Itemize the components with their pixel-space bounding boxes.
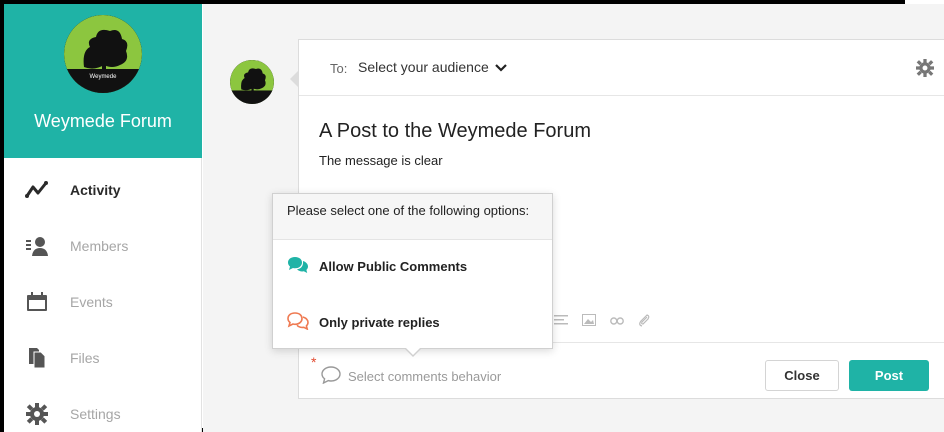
forum-logo[interactable]: Weymede bbox=[64, 15, 142, 93]
nav-activity[interactable]: Activity bbox=[4, 162, 202, 218]
format-toolbar bbox=[554, 313, 652, 327]
option-label: Only private replies bbox=[319, 315, 440, 330]
audience-row: To: Select your audience bbox=[299, 40, 944, 96]
logo-text: Weymede bbox=[90, 74, 118, 80]
nav-events-label: Events bbox=[70, 294, 113, 310]
files-icon bbox=[24, 345, 50, 371]
nav-files-label: Files bbox=[70, 350, 100, 366]
comments-behavior-select[interactable]: Select comments behavior bbox=[321, 366, 501, 387]
audience-placeholder: Select your audience bbox=[358, 59, 489, 75]
close-button[interactable]: Close bbox=[765, 360, 839, 391]
nav-settings[interactable]: Settings bbox=[4, 386, 202, 432]
comments-placeholder: Select comments behavior bbox=[348, 369, 502, 384]
nav-members-label: Members bbox=[70, 238, 129, 254]
composer-footer: * Select comments behavior Close Post bbox=[299, 342, 944, 400]
to-label: To: bbox=[330, 61, 348, 76]
required-marker: * bbox=[311, 354, 317, 370]
nav-members[interactable]: Members bbox=[4, 218, 202, 274]
attachment-icon[interactable] bbox=[638, 313, 652, 327]
popover-tail-inner bbox=[405, 347, 421, 355]
chevron-down-icon bbox=[494, 59, 507, 75]
avatar bbox=[230, 60, 274, 104]
nav-settings-label: Settings bbox=[70, 406, 121, 422]
comments-options-popover: Please select one of the following optio… bbox=[272, 193, 553, 349]
audience-select[interactable]: Select your audience bbox=[358, 59, 507, 75]
option-allow-public-comments[interactable]: Allow Public Comments bbox=[287, 256, 467, 277]
post-body[interactable]: The message is clear bbox=[319, 153, 443, 168]
post-title[interactable]: A Post to the Weymede Forum bbox=[319, 120, 591, 143]
popover-heading: Please select one of the following optio… bbox=[273, 194, 552, 240]
align-icon[interactable] bbox=[554, 313, 568, 327]
calendar-icon bbox=[24, 289, 50, 315]
speech-bubble-icon bbox=[321, 366, 341, 387]
sidebar: Weymede Weymede Forum Activity Members E… bbox=[4, 4, 202, 432]
speech-bubbles-outline-icon bbox=[287, 312, 309, 333]
nav-files[interactable]: Files bbox=[4, 330, 202, 386]
post-button[interactable]: Post bbox=[849, 360, 929, 391]
members-icon bbox=[24, 233, 50, 259]
option-only-private-replies[interactable]: Only private replies bbox=[287, 312, 440, 333]
image-icon[interactable] bbox=[582, 313, 596, 327]
nav-events[interactable]: Events bbox=[4, 274, 202, 330]
forum-brand: Weymede Weymede Forum bbox=[4, 4, 202, 158]
option-label: Allow Public Comments bbox=[319, 259, 468, 274]
link-icon[interactable] bbox=[610, 313, 624, 327]
activity-icon bbox=[24, 177, 50, 203]
speech-bubbles-icon bbox=[287, 256, 309, 277]
gear-icon bbox=[24, 401, 50, 427]
forum-name: Weymede Forum bbox=[34, 111, 172, 131]
nav-activity-label: Activity bbox=[70, 182, 121, 198]
settings-gear-icon[interactable] bbox=[916, 59, 934, 77]
